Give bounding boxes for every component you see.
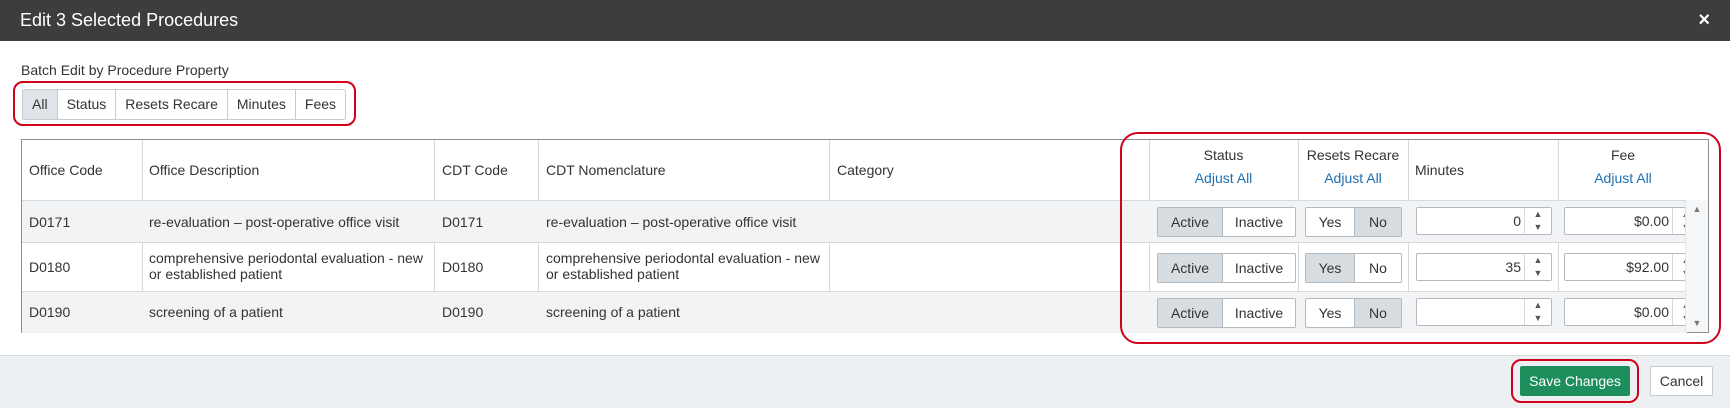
filter-highlight xyxy=(13,81,356,126)
office-code-cell: D0190 xyxy=(29,304,71,320)
cancel-button[interactable]: Cancel xyxy=(1650,366,1713,396)
header-category[interactable]: Category xyxy=(837,162,894,178)
office-description-cell: screening of a patient xyxy=(149,304,283,320)
dialog-footer xyxy=(0,355,1730,408)
cdt-code-cell: D0180 xyxy=(442,259,484,275)
header-office-code[interactable]: Office Code xyxy=(29,162,103,178)
edit-procedures-dialog: Edit 3 Selected Procedures × Batch Edit … xyxy=(0,0,1730,408)
header-cdt-code[interactable]: CDT Code xyxy=(442,162,508,178)
office-code-cell: D0180 xyxy=(29,259,71,275)
office-code-cell: D0171 xyxy=(29,214,71,230)
office-description-cell: re-evaluation – post-operative office vi… xyxy=(149,214,400,230)
cdt-code-cell: D0190 xyxy=(442,304,484,320)
edit-columns-highlight xyxy=(1120,132,1721,344)
dialog-title: Edit 3 Selected Procedures xyxy=(20,10,239,30)
office-description-cell: comprehensive periodontal evaluation - n… xyxy=(149,250,423,282)
cdt-code-cell: D0171 xyxy=(442,214,484,230)
header-office-description[interactable]: Office Description xyxy=(149,162,259,178)
batch-edit-label: Batch Edit by Procedure Property xyxy=(21,62,229,78)
save-changes-button[interactable]: Save Changes xyxy=(1520,366,1630,396)
cdt-nomenclature-cell: comprehensive periodontal evaluation - n… xyxy=(546,250,820,282)
header-cdt-nomenclature[interactable]: CDT Nomenclature xyxy=(546,162,666,178)
dialog-titlebar: Edit 3 Selected Procedures × xyxy=(0,0,1730,41)
close-icon[interactable]: × xyxy=(1698,9,1710,32)
cdt-nomenclature-cell: re-evaluation – post-operative office vi… xyxy=(546,214,797,230)
cdt-nomenclature-cell: screening of a patient xyxy=(546,304,680,320)
